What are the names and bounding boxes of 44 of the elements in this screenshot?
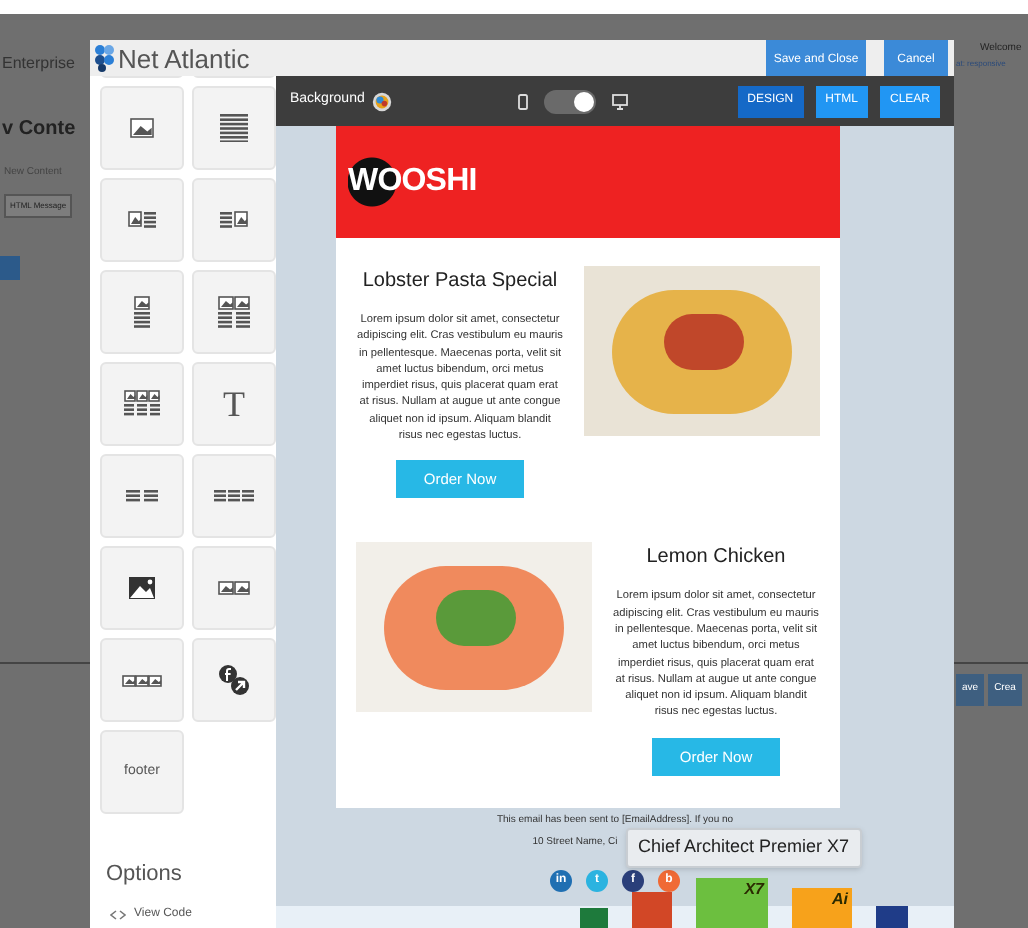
palette-tile[interactable]: [192, 86, 276, 170]
palette-tile[interactable]: [192, 270, 276, 354]
text-image-icon: [220, 210, 248, 230]
desktop-icon: [612, 93, 629, 109]
two-images-icon: [218, 580, 250, 596]
palette-tile[interactable]: [100, 270, 184, 354]
two-column-text-icon: [126, 488, 158, 504]
logo-icon: [94, 44, 114, 72]
text-tile-label: T: [223, 381, 245, 427]
section-title: Lemon Chicken: [646, 544, 786, 573]
social-icons-icon: [218, 664, 250, 696]
three-column-text-icon: [214, 488, 254, 504]
page-heading: v Conte: [2, 116, 76, 144]
palette-tile[interactable]: [100, 178, 184, 262]
image-text-icon: [128, 210, 156, 230]
view-toggle[interactable]: [544, 89, 597, 113]
palette-tile[interactable]: [100, 86, 184, 170]
palette-tile[interactable]: [100, 546, 184, 630]
palette-tile[interactable]: [192, 638, 276, 722]
app-brand: Enterprise: [2, 52, 75, 76]
section-title: Lobster Pasta Special: [362, 268, 558, 296]
app-icon-label: Ai: [832, 888, 848, 912]
palette-tile[interactable]: [192, 546, 276, 630]
image-text-stack-icon: [134, 296, 150, 328]
two-column-image-text-icon: [218, 296, 250, 328]
palette-tile[interactable]: [192, 178, 276, 262]
palette-tile[interactable]: [100, 454, 184, 538]
three-column-image-text-icon: [124, 390, 160, 418]
palette-tile[interactable]: [100, 638, 184, 722]
code-icon: [110, 910, 126, 920]
three-images-icon: [122, 673, 162, 687]
app-icon[interactable]: X7: [696, 878, 768, 928]
text-lines-icon: [220, 114, 248, 142]
options-heading: Options: [106, 860, 182, 890]
mobile-icon: [518, 93, 529, 109]
color-picker-icon: [372, 91, 393, 111]
palette-tile[interactable]: [192, 454, 276, 538]
palette-tile[interactable]: [100, 362, 184, 446]
tooltip: Chief Architect Premier X7: [626, 828, 862, 867]
large-image-icon: [128, 576, 156, 600]
image-icon: [130, 118, 154, 138]
app-icon-label: X7: [744, 878, 764, 902]
logo-text: Net Atlantic: [118, 45, 250, 71]
app-icon[interactable]: Ai: [792, 888, 852, 928]
